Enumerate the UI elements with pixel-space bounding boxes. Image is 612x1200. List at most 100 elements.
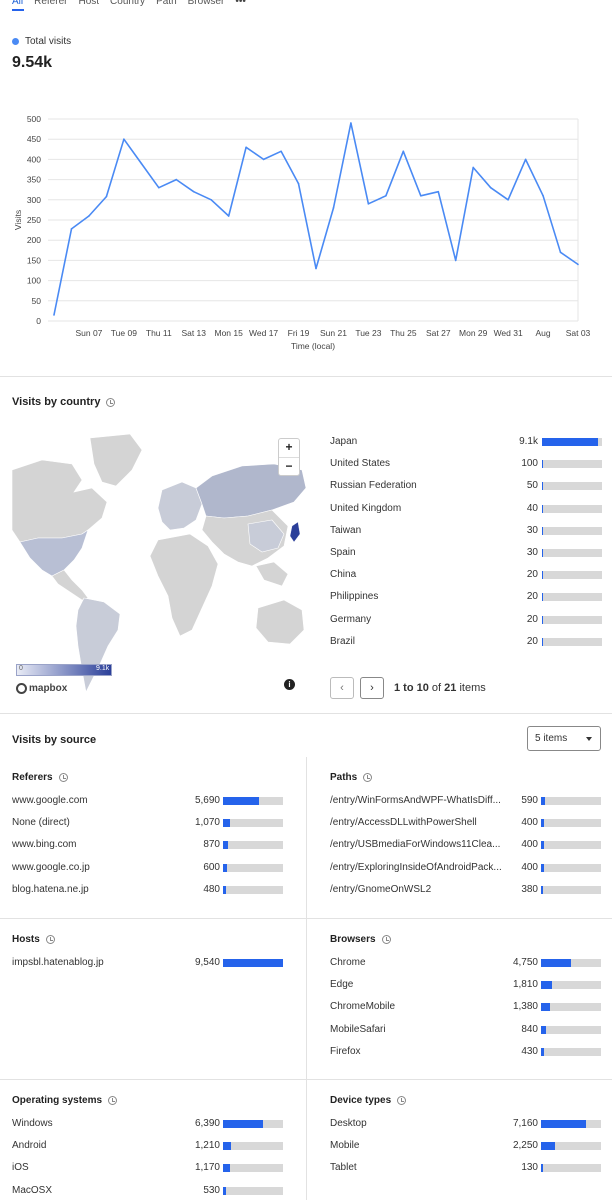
browsers-row[interactable]: MobileSafari 840 — [330, 1024, 602, 1038]
data-point[interactable] — [402, 150, 405, 153]
country-value: 20 — [526, 591, 538, 603]
paths-row[interactable]: /entry/ExploringInsideOfAndroidPack... 40… — [330, 862, 602, 876]
country-row[interactable]: Spain 30 — [330, 547, 602, 561]
country-name: Japan — [330, 436, 358, 447]
data-point[interactable] — [367, 203, 370, 205]
zoom-in-button[interactable]: + — [279, 439, 299, 457]
country-row[interactable]: Russian Federation 50 — [330, 480, 602, 494]
browsers-bar-fill — [541, 1047, 544, 1056]
referers-row[interactable]: www.bing.com 870 — [12, 839, 284, 853]
paths-row[interactable]: /entry/USBmediaForWindows11Clea... 400 — [330, 839, 602, 853]
data-point[interactable] — [210, 199, 212, 201]
x-tick-label: Mon 15 — [214, 328, 243, 338]
paths-name: /entry/ExploringInsideOfAndroidPack... — [330, 861, 502, 873]
data-point[interactable] — [385, 194, 387, 197]
data-point[interactable] — [559, 251, 562, 254]
country-row[interactable]: Germany 20 — [330, 614, 602, 628]
data-point[interactable] — [437, 190, 440, 193]
data-point[interactable] — [524, 158, 527, 161]
country-value: 50 — [526, 480, 538, 492]
data-point[interactable] — [350, 122, 352, 124]
data-point[interactable] — [192, 190, 195, 193]
data-point[interactable] — [420, 194, 422, 197]
data-point[interactable] — [577, 263, 579, 266]
items-count-dropdown[interactable]: 5 items — [527, 726, 601, 751]
data-point[interactable] — [489, 186, 492, 189]
browsers-row[interactable]: Edge 1,810 — [330, 979, 602, 993]
panel-title-text: Paths — [330, 772, 358, 783]
data-point[interactable] — [105, 195, 108, 198]
hosts-row[interactable]: impsbl.hatenablog.jp 9,540 — [12, 957, 284, 971]
map-zoom-control: + − — [278, 438, 300, 476]
paths-row[interactable]: /entry/WinFormsAndWPF-WhatIsDiff... 590 — [330, 795, 602, 809]
os-bar-fill — [223, 1120, 264, 1128]
country-row[interactable]: United Kingdom 40 — [330, 503, 602, 517]
data-point[interactable] — [332, 207, 335, 209]
info-icon[interactable]: i — [284, 679, 295, 690]
country-name: Brazil — [330, 635, 356, 647]
os-row[interactable]: Windows 6,390 — [12, 1118, 284, 1132]
paths-row[interactable]: /entry/AccessDLLwithPowerShell 400 — [330, 817, 602, 831]
country-row[interactable]: Japan 9.1k — [330, 436, 602, 450]
data-point[interactable] — [507, 199, 509, 201]
data-point[interactable] — [245, 146, 247, 149]
tab-referer[interactable]: Referer — [34, 0, 67, 10]
prev-page-button[interactable]: ‹ — [330, 677, 354, 699]
devices-row[interactable]: Mobile 2,250 — [330, 1140, 602, 1154]
tab-browser[interactable]: Browser — [188, 0, 225, 10]
tab-country[interactable]: Country — [110, 0, 145, 10]
browsers-row[interactable]: Chrome 4,750 — [330, 957, 602, 971]
country-row[interactable]: United States 100 — [330, 458, 602, 472]
data-point[interactable] — [315, 267, 317, 270]
country-row[interactable]: Philippines 20 — [330, 591, 602, 605]
devices-row[interactable]: Desktop 7,160 — [330, 1118, 602, 1132]
data-point[interactable] — [140, 162, 143, 165]
referers-row[interactable]: blog.hatena.ne.jp 480 — [12, 884, 284, 898]
data-point[interactable] — [454, 259, 457, 262]
country-row[interactable]: Brazil 20 — [330, 636, 602, 650]
data-point[interactable] — [158, 186, 160, 189]
divider — [0, 1079, 612, 1080]
os-row[interactable]: iOS 1,170 — [12, 1162, 284, 1176]
world-map[interactable] — [12, 430, 306, 700]
referers-row[interactable]: www.google.co.jp 600 — [12, 862, 284, 876]
tab-path[interactable]: Path — [156, 0, 177, 10]
referers-row[interactable]: www.google.com 5,690 — [12, 795, 284, 809]
data-point[interactable] — [53, 314, 55, 316]
country-row[interactable]: China 20 — [330, 569, 602, 583]
devices-value: 130 — [521, 1162, 538, 1174]
zoom-out-button[interactable]: − — [279, 457, 299, 475]
data-point[interactable] — [227, 215, 230, 217]
data-point[interactable] — [175, 178, 178, 181]
os-row[interactable]: MacOSX 530 — [12, 1185, 284, 1199]
next-page-button[interactable]: › — [360, 677, 384, 699]
data-point[interactable] — [70, 228, 73, 230]
country-value: 30 — [526, 547, 538, 558]
more-icon[interactable]: ••• — [235, 0, 246, 10]
devices-row[interactable]: Tablet 130 — [330, 1162, 602, 1176]
active-tab-indicator — [12, 9, 24, 11]
browsers-row[interactable]: ChromeMobile 1,380 — [330, 1001, 602, 1015]
data-point[interactable] — [472, 166, 475, 169]
country-bar-fill — [542, 504, 544, 513]
browsers-name: Edge — [330, 979, 354, 991]
tab-host[interactable]: Host — [78, 0, 99, 10]
os-row[interactable]: Android 1,210 — [12, 1140, 284, 1154]
paths-bar-fill — [541, 841, 544, 850]
data-point[interactable] — [123, 138, 125, 140]
paths-row[interactable]: /entry/GnomeOnWSL2 380 — [330, 884, 602, 898]
data-point[interactable] — [297, 182, 300, 185]
data-point[interactable] — [542, 194, 544, 197]
data-point[interactable] — [280, 150, 282, 153]
os-name: iOS — [12, 1162, 29, 1174]
country-value: 9.1k — [519, 436, 538, 447]
data-point[interactable] — [88, 215, 90, 217]
devices-bar-track — [541, 1120, 601, 1128]
referers-row[interactable]: None (direct) 1,070 — [12, 817, 284, 831]
browsers-value: 1,810 — [512, 979, 538, 991]
browsers-value: 430 — [521, 1045, 538, 1057]
mapbox-logo: mapbox — [16, 683, 67, 694]
data-point[interactable] — [262, 158, 265, 161]
browsers-row[interactable]: Firefox 430 — [330, 1046, 602, 1060]
country-row[interactable]: Taiwan 30 — [330, 525, 602, 539]
